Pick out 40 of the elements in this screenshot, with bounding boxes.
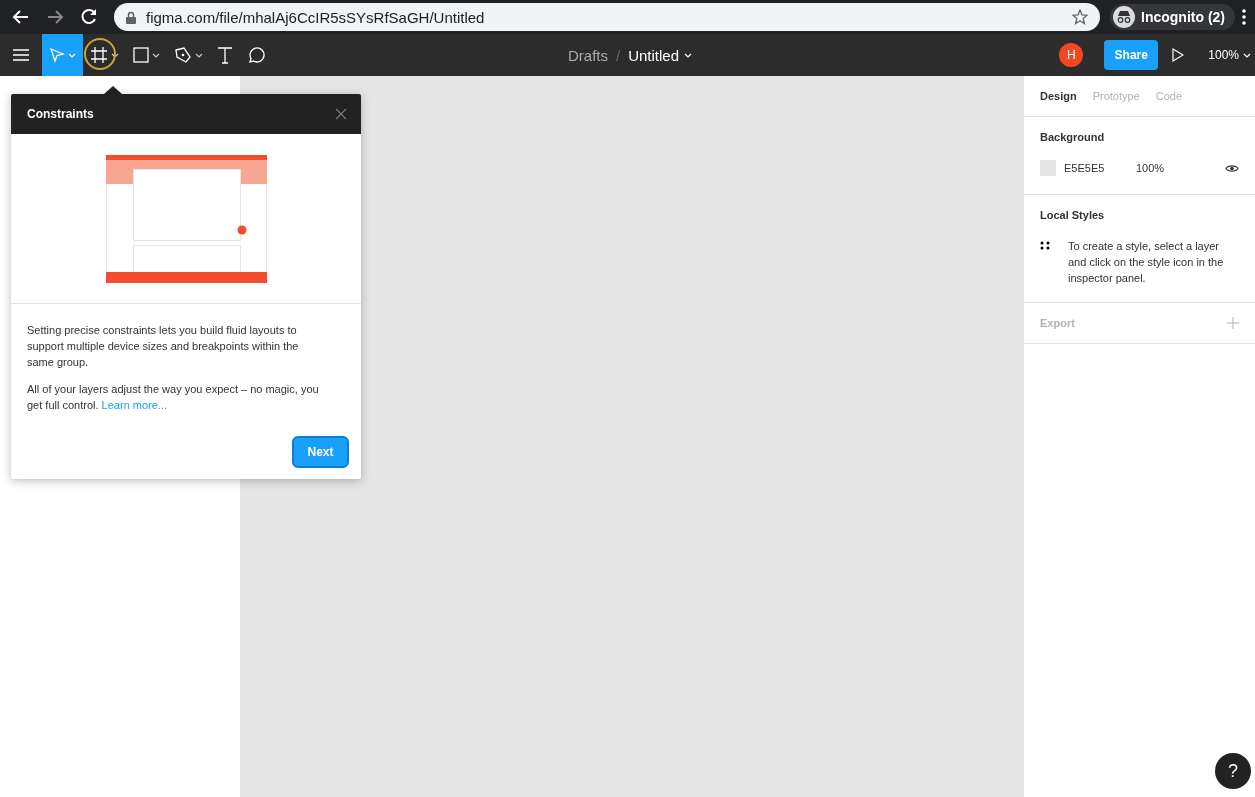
address-bar[interactable]: figma.com/file/mhalAj6CcIR5sSYsRfSaGH/Untitled <box>114 3 1100 31</box>
file-name[interactable]: Untitled <box>628 46 693 64</box>
incognito-icon <box>1116 11 1132 23</box>
popover-text: All of your layers adjust the way you expect – no magic, you get full control. Learn more... <box>27 382 320 413</box>
frame-icon <box>90 46 108 64</box>
color-swatch[interactable] <box>1040 160 1056 176</box>
popover-title: Constraints <box>27 107 94 121</box>
close-icon[interactable] <box>335 108 347 120</box>
comment-icon <box>247 46 265 64</box>
url-text: figma.com/file/mhalAj6CcIR5sSYsRfSaGH/Untitled <box>146 8 486 26</box>
more-icon[interactable] <box>1239 7 1249 27</box>
zoom-dropdown[interactable]: 100% <box>1208 34 1255 76</box>
hex-value[interactable]: E5E5E5 <box>1064 162 1136 174</box>
caret-icon <box>68 52 76 58</box>
lock-icon <box>126 10 136 24</box>
pen-icon <box>174 46 192 64</box>
popover-text: Setting precise constraints lets you build fluid layouts to support multiple device sizes and breakpoints within the same group. <box>27 323 300 370</box>
user-avatar[interactable]: H <box>1059 43 1084 67</box>
caret-icon <box>684 52 693 58</box>
breadcrumb-separator: / <box>616 46 621 64</box>
caret-icon <box>195 52 203 58</box>
text-icon <box>217 46 233 64</box>
star-icon[interactable] <box>1072 9 1088 25</box>
cursor-icon <box>49 47 65 63</box>
section-title: Export <box>1040 317 1075 329</box>
caret-icon <box>111 52 119 58</box>
opacity-value[interactable]: 100% <box>1136 162 1225 174</box>
section-title: Local Styles <box>1040 209 1106 221</box>
section-title: Background <box>1040 131 1106 143</box>
rectangle-icon <box>133 47 149 63</box>
inspector-tab[interactable]: Design <box>1040 90 1077 102</box>
caret-icon <box>1243 52 1251 58</box>
incognito-button[interactable]: Incognito (2) <box>1110 4 1235 30</box>
hint-text: To create a style, select a layer and click on the style icon in the inspector panel. <box>1068 239 1225 286</box>
caret-icon <box>152 52 160 58</box>
menu-icon[interactable] <box>13 49 29 61</box>
folder-name[interactable]: Drafts <box>568 46 608 64</box>
play-icon[interactable] <box>1172 48 1185 62</box>
eye-icon[interactable] <box>1225 163 1239 173</box>
style-icon <box>1040 241 1050 250</box>
